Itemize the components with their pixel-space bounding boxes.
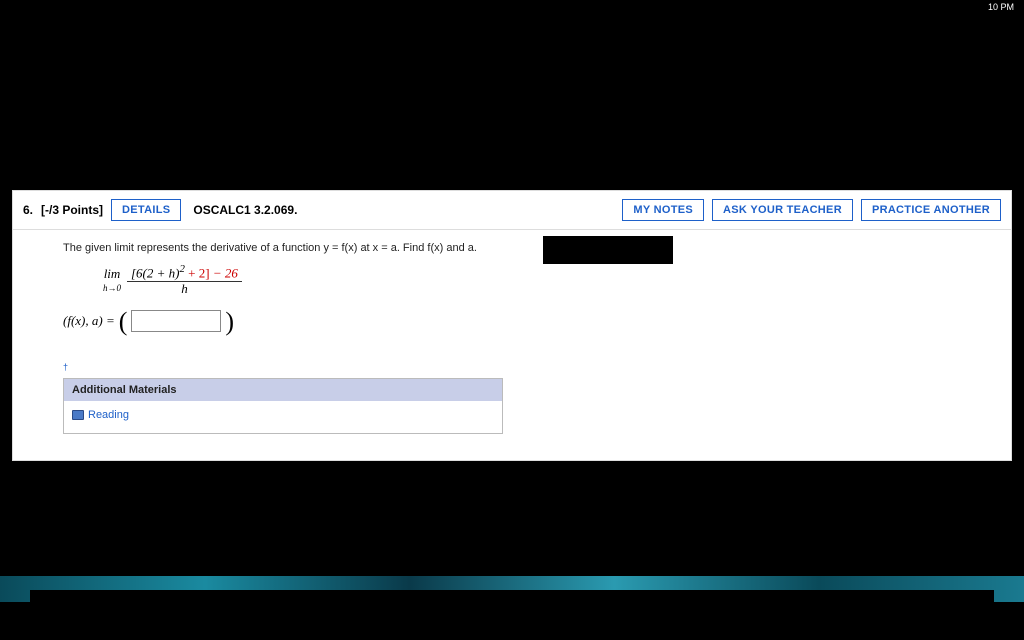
redacted-region-mid [12,482,1012,568]
question-number: 6. [23,203,33,217]
reading-label: Reading [88,409,129,421]
question-header: 6. [-/3 Points] DETAILS OSCALC1 3.2.069.… [13,191,1011,230]
question-card: 6. [-/3 Points] DETAILS OSCALC1 3.2.069.… [12,190,1012,461]
system-menubar: 10 PM [0,0,1024,14]
numerator: [6(2 + h)2 + 2] − 26 [127,264,242,282]
question-prompt: The given limit represents the derivativ… [63,242,961,254]
book-icon [72,410,84,420]
lim-symbol: lim h→0 [103,267,121,293]
answer-row: (f(x), a) = ( ) [63,310,961,332]
redacted-region-bottom [30,590,994,640]
limit-expression: lim h→0 [6(2 + h)2 + 2] − 26 h [103,264,961,296]
additional-body: Reading [64,401,502,433]
reading-link[interactable]: Reading [72,409,129,421]
question-reference: OSCALC1 3.2.069. [193,203,297,217]
practice-another-button[interactable]: PRACTICE ANOTHER [861,199,1001,221]
question-points: [-/3 Points] [41,203,103,217]
ask-teacher-button[interactable]: ASK YOUR TEACHER [712,199,853,221]
additional-materials: Additional Materials Reading [63,378,503,434]
redacted-patch [543,236,673,264]
details-button[interactable]: DETAILS [111,199,181,221]
my-notes-button[interactable]: MY NOTES [622,199,704,221]
question-body: The given limit represents the derivativ… [13,230,1011,460]
fraction: [6(2 + h)2 + 2] − 26 h [127,264,242,296]
additional-header: Additional Materials [64,379,502,401]
redacted-region-top [0,14,1024,174]
answer-label: (f(x), a) = [63,313,115,329]
answer-input[interactable] [131,310,221,332]
clock: 10 PM [988,2,1014,12]
denominator: h [177,282,192,296]
footnote-marker: † [63,362,961,372]
